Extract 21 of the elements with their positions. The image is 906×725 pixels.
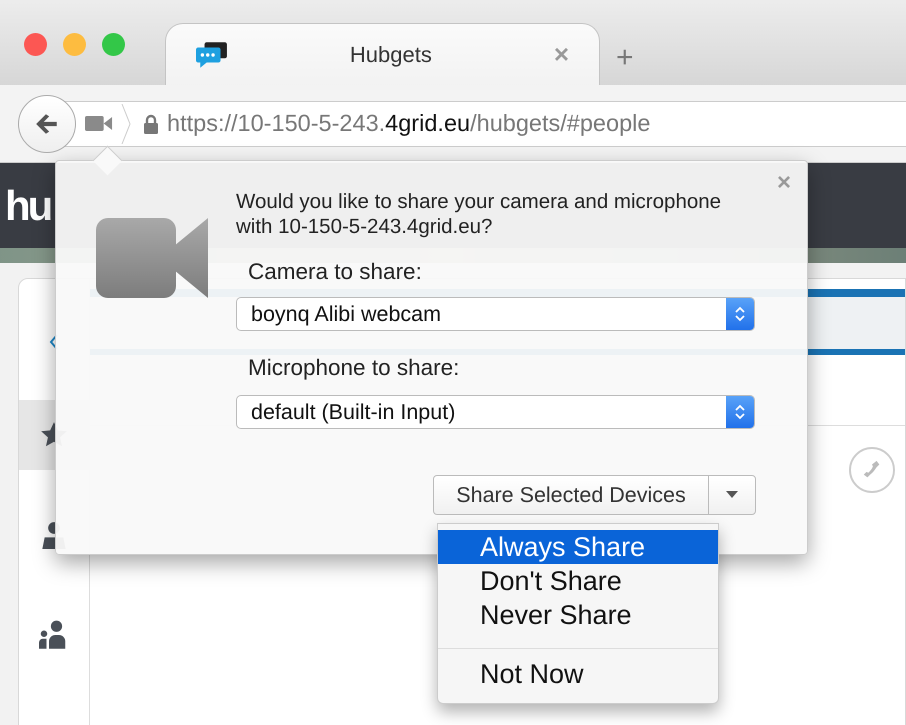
video-camera-icon xyxy=(96,216,208,298)
menu-item[interactable]: Never Share xyxy=(438,598,718,632)
microphone-select[interactable]: default (Built-in Input) xyxy=(236,395,755,429)
stepper-icon xyxy=(734,304,746,324)
stepper-icon xyxy=(734,402,746,422)
url-text: https://10-150-5-243.4grid.eu/hubgets/#people xyxy=(167,110,650,137)
chat-bubble-icon xyxy=(196,40,228,68)
menu-item[interactable]: Not Now xyxy=(438,648,718,691)
camera-select[interactable]: boynq Alibi webcam xyxy=(236,297,755,331)
camera-label: Camera to share: xyxy=(248,259,423,285)
chevron-icon xyxy=(121,104,131,144)
logo-text: hu xyxy=(5,184,50,228)
camera-icon[interactable] xyxy=(85,114,113,133)
browser-tab[interactable]: Hubgets × xyxy=(165,23,600,85)
menu-item[interactable]: Always Share xyxy=(438,530,718,564)
lock-icon xyxy=(143,114,159,134)
url-field[interactable]: https://10-150-5-243.4grid.eu/hubgets/#people xyxy=(64,100,906,146)
caret-icon xyxy=(726,491,738,499)
dialog-message: Would you like to share your camera and microphone with 10-150-5-243.4grid.eu? xyxy=(236,189,722,239)
microphone-label: Microphone to share: xyxy=(248,355,460,381)
menu-item[interactable]: Don't Share xyxy=(438,564,718,598)
